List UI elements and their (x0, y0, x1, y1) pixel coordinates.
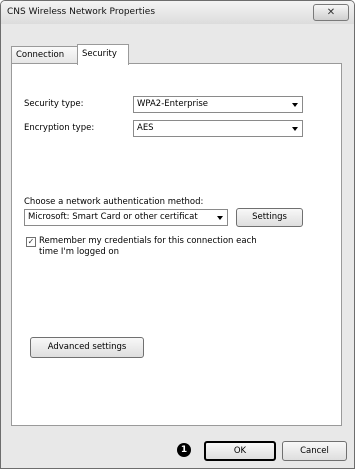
settings-button[interactable]: Settings (236, 208, 303, 227)
check-icon: ✓ (27, 237, 35, 246)
advanced-settings-button[interactable]: Advanced settings (30, 337, 144, 358)
encryption-type-label: Encryption type: (24, 123, 95, 133)
auth-method-label: Choose a network authentication method: (24, 197, 204, 207)
window-title: CNS Wireless Network Properties (7, 7, 156, 17)
security-type-label: Security type: (24, 99, 84, 109)
tab-connection[interactable]: Connection (11, 46, 78, 63)
close-button[interactable]: ✕ (313, 4, 349, 21)
close-icon: ✕ (326, 7, 336, 18)
chevron-down-icon (292, 103, 298, 107)
auth-method-dropdown[interactable]: Microsoft: Smart Card or other certifica… (24, 209, 228, 226)
security-panel: Security type: WPA2-Enterprise Encryptio… (11, 63, 342, 426)
encryption-type-value: AES (137, 123, 154, 133)
remember-credentials-label-line2: time I'm logged on (39, 247, 119, 257)
chevron-down-icon (217, 216, 223, 220)
title-bar[interactable]: CNS Wireless Network Properties ✕ (1, 1, 354, 24)
chevron-down-icon (292, 127, 298, 131)
auth-method-value: Microsoft: Smart Card or other certifica… (28, 212, 198, 222)
remember-credentials-checkbox[interactable]: ✓ (26, 237, 36, 247)
encryption-type-dropdown[interactable]: AES (133, 120, 303, 137)
step-callout: 1 (177, 443, 191, 457)
ok-button[interactable]: OK (204, 441, 276, 461)
remember-credentials-label-line1: Remember my credentials for this connect… (39, 236, 257, 246)
properties-dialog: CNS Wireless Network Properties ✕ Connec… (0, 0, 355, 469)
cancel-button[interactable]: Cancel (282, 441, 347, 461)
security-type-dropdown[interactable]: WPA2-Enterprise (133, 96, 303, 113)
tab-security[interactable]: Security (77, 44, 129, 65)
security-type-value: WPA2-Enterprise (137, 99, 209, 109)
